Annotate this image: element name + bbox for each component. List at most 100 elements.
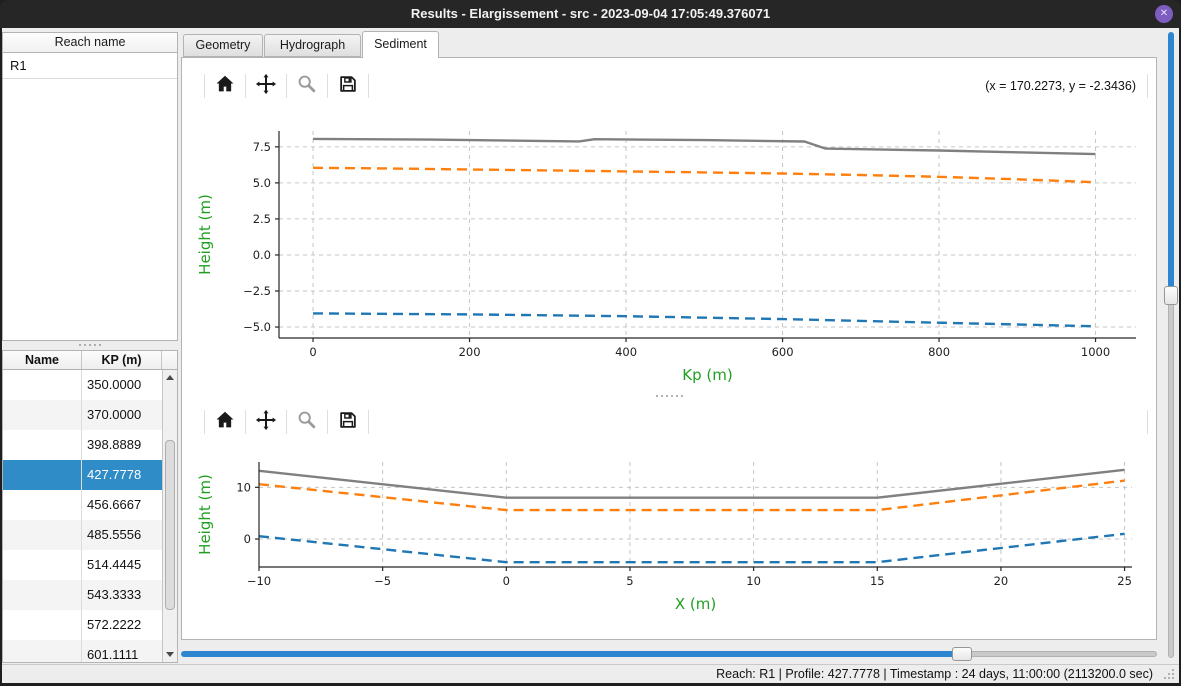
table-row[interactable]: 543.3333 bbox=[3, 580, 162, 610]
tab-geometry[interactable]: Geometry bbox=[183, 34, 263, 57]
toolbar-bottom-chart bbox=[202, 406, 371, 438]
table-row[interactable]: 456.6667 bbox=[3, 490, 162, 520]
titlebar[interactable]: Results - Elargissement - src - 2023-09-… bbox=[0, 0, 1181, 28]
profile-table-body: 350.0000370.0000398.8889427.7778456.6667… bbox=[3, 370, 162, 662]
table-row[interactable]: 370.0000 bbox=[3, 400, 162, 430]
svg-text:−10: −10 bbox=[247, 574, 271, 588]
svg-text:−5.0: −5.0 bbox=[243, 320, 271, 334]
reach-list-item[interactable]: R1 bbox=[3, 53, 177, 79]
kp-cell[interactable]: 514.4445 bbox=[82, 550, 162, 580]
table-row[interactable]: 514.4445 bbox=[3, 550, 162, 580]
toolbar-save-button[interactable] bbox=[330, 71, 366, 101]
toolbar-home-button[interactable] bbox=[207, 71, 243, 101]
name-cell[interactable] bbox=[3, 460, 82, 490]
name-cell[interactable] bbox=[3, 400, 82, 430]
y-axis-label: Height (m) bbox=[196, 194, 214, 275]
svg-text:0: 0 bbox=[309, 345, 316, 359]
scroll-up-icon[interactable] bbox=[163, 371, 177, 384]
name-cell[interactable] bbox=[3, 580, 82, 610]
column-header-name[interactable]: Name bbox=[3, 351, 82, 369]
window-title: Results - Elargissement - src - 2023-09-… bbox=[0, 0, 1181, 28]
close-button[interactable]: ✕ bbox=[1155, 5, 1173, 23]
kp-cell[interactable]: 456.6667 bbox=[82, 490, 162, 520]
timestamp-slider-empty-track[interactable] bbox=[962, 651, 1157, 657]
timestamp-slider-filled-track[interactable] bbox=[181, 651, 962, 657]
svg-text:0: 0 bbox=[244, 532, 251, 546]
save-icon bbox=[337, 73, 359, 100]
toolbar-top-chart bbox=[202, 70, 371, 102]
tab-hydrograph[interactable]: Hydrograph bbox=[264, 34, 361, 57]
vertical-slider[interactable] bbox=[1158, 30, 1179, 662]
cross-section-chart[interactable]: −10−50510152025100X (m)Height (m) bbox=[182, 442, 1158, 636]
svg-text:800: 800 bbox=[928, 345, 950, 359]
x-axis-label: Kp (m) bbox=[682, 366, 732, 384]
name-cell[interactable] bbox=[3, 640, 82, 662]
timestamp-slider[interactable] bbox=[181, 646, 1157, 662]
home-icon bbox=[214, 73, 236, 100]
vertical-slider-filled-track[interactable] bbox=[1168, 32, 1174, 295]
kp-cell[interactable]: 370.0000 bbox=[82, 400, 162, 430]
svg-text:2.5: 2.5 bbox=[253, 212, 271, 226]
cursor-coordinates: (x = 170.2273, y = -2.3436) bbox=[985, 70, 1136, 102]
toolbar-home-button[interactable] bbox=[207, 407, 243, 437]
name-cell[interactable] bbox=[3, 610, 82, 640]
vertical-slider-handle[interactable] bbox=[1164, 286, 1178, 305]
reach-list[interactable]: R1 bbox=[2, 52, 178, 341]
svg-text:7.5: 7.5 bbox=[253, 140, 271, 154]
resize-grip-icon[interactable] bbox=[1163, 668, 1176, 681]
table-row[interactable]: 427.7778 bbox=[3, 460, 162, 490]
table-scrollbar[interactable] bbox=[162, 370, 177, 662]
toolbar-zoom-button[interactable] bbox=[289, 407, 325, 437]
toolbar-pan-button[interactable] bbox=[248, 407, 284, 437]
vertical-slider-empty-track[interactable] bbox=[1168, 295, 1174, 658]
series-lower-sediment-layer bbox=[259, 534, 1125, 562]
chart-splitter-handle[interactable] bbox=[182, 392, 1156, 400]
table-row[interactable]: 350.0000 bbox=[3, 370, 162, 400]
name-cell[interactable] bbox=[3, 370, 82, 400]
save-icon bbox=[337, 409, 359, 436]
name-cell[interactable] bbox=[3, 520, 82, 550]
profile-table: Name KP (m) 350.0000370.0000398.8889427.… bbox=[2, 350, 178, 663]
svg-text:10: 10 bbox=[746, 574, 761, 588]
table-row[interactable]: 485.5556 bbox=[3, 520, 162, 550]
table-row[interactable]: 572.2222 bbox=[3, 610, 162, 640]
sediment-tab-panel: (x = 170.2273, y = -2.3436) 020040060080… bbox=[181, 57, 1157, 640]
kp-cell[interactable]: 543.3333 bbox=[82, 580, 162, 610]
svg-text:600: 600 bbox=[772, 345, 794, 359]
svg-text:20: 20 bbox=[994, 574, 1009, 588]
status-bar: Reach: R1 | Profile: 427.7778 | Timestam… bbox=[2, 664, 1179, 683]
table-row[interactable]: 601.1111 bbox=[3, 640, 162, 662]
timestamp-slider-handle[interactable] bbox=[952, 647, 972, 661]
tab-sediment[interactable]: Sediment bbox=[362, 31, 439, 58]
y-axis-label: Height (m) bbox=[196, 474, 214, 555]
kp-cell[interactable]: 485.5556 bbox=[82, 520, 162, 550]
svg-text:0: 0 bbox=[503, 574, 510, 588]
kp-cell[interactable]: 398.8889 bbox=[82, 430, 162, 460]
kp-cell[interactable]: 601.1111 bbox=[82, 640, 162, 662]
kp-cell[interactable]: 350.0000 bbox=[82, 370, 162, 400]
pan-icon bbox=[255, 409, 277, 436]
toolbar-zoom-button[interactable] bbox=[289, 71, 325, 101]
name-cell[interactable] bbox=[3, 490, 82, 520]
longitudinal-profile-chart[interactable]: 020040060080010007.55.02.50.0−2.5−5.0Kp … bbox=[182, 110, 1158, 398]
table-scrollbar-thumb[interactable] bbox=[165, 440, 175, 610]
zoom-icon bbox=[296, 409, 318, 436]
svg-text:25: 25 bbox=[1117, 574, 1132, 588]
panel-splitter-handle[interactable] bbox=[2, 341, 178, 349]
app-window: Results - Elargissement - src - 2023-09-… bbox=[0, 0, 1181, 686]
x-axis-label: X (m) bbox=[675, 595, 716, 613]
svg-text:−2.5: −2.5 bbox=[243, 284, 271, 298]
toolbar-pan-button[interactable] bbox=[248, 71, 284, 101]
scroll-down-icon[interactable] bbox=[163, 648, 177, 661]
table-row[interactable]: 398.8889 bbox=[3, 430, 162, 460]
toolbar-save-button[interactable] bbox=[330, 407, 366, 437]
svg-text:5: 5 bbox=[626, 574, 633, 588]
svg-text:−5: −5 bbox=[374, 574, 391, 588]
name-cell[interactable] bbox=[3, 550, 82, 580]
svg-text:5.0: 5.0 bbox=[253, 176, 271, 190]
kp-cell[interactable]: 427.7778 bbox=[82, 460, 162, 490]
kp-cell[interactable]: 572.2222 bbox=[82, 610, 162, 640]
column-header-kp[interactable]: KP (m) bbox=[82, 351, 162, 369]
name-cell[interactable] bbox=[3, 430, 82, 460]
zoom-icon bbox=[296, 73, 318, 100]
